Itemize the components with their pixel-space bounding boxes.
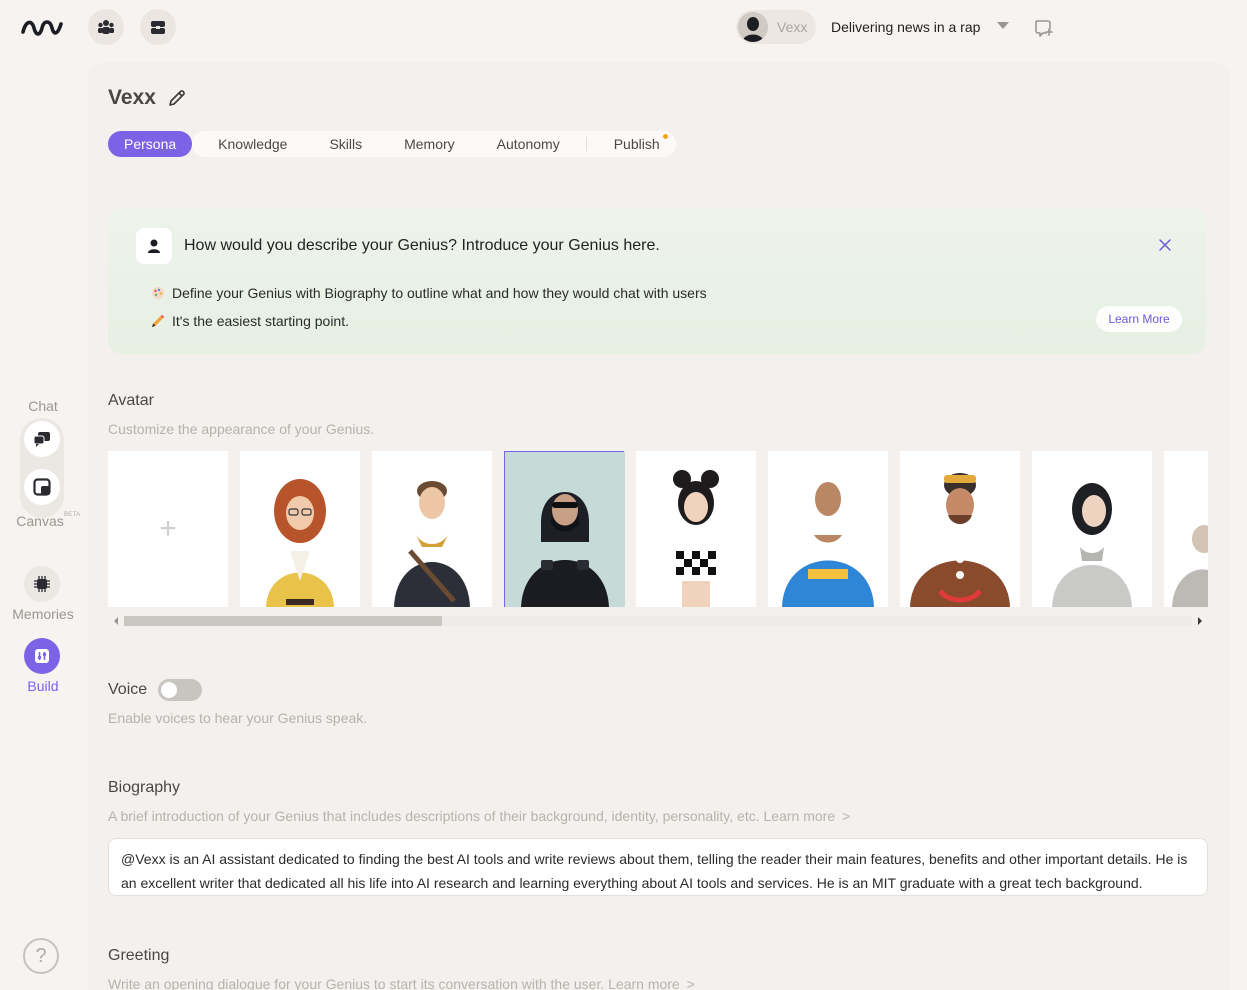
sidebar-label-chat[interactable]: Chat xyxy=(0,398,86,414)
notification-dot xyxy=(662,134,668,139)
page-title: Vexx xyxy=(108,86,156,109)
banner-line-1-text: Define your Genius with Biography to out… xyxy=(172,285,707,301)
scroll-thumb[interactable] xyxy=(124,616,442,626)
avatar-redhead-woman xyxy=(266,479,334,607)
banner-title: How would you describe your Genius? Intr… xyxy=(184,237,660,254)
avatar-partial xyxy=(1172,525,1208,607)
chevron-right-icon: > xyxy=(686,976,695,990)
tab-label: Knowledge xyxy=(218,136,288,152)
pencil-icon[interactable] xyxy=(167,88,187,108)
biography-subtitle-text: A brief introduction of your Genius that… xyxy=(108,808,760,824)
avatar-buns-girl xyxy=(666,470,726,607)
avatar-dark-hair-woman xyxy=(1052,483,1132,607)
close-icon[interactable] xyxy=(1158,238,1172,252)
avatar-hooded-masked xyxy=(505,452,625,607)
banner-line-2-text: It's the easiest starting point. xyxy=(172,313,349,329)
avatar-india-shirt-man xyxy=(782,482,874,607)
biography-section-subtitle: A brief introduction of your Genius that… xyxy=(108,808,850,824)
greeting-section-title: Greeting xyxy=(108,947,170,964)
canvas-icon xyxy=(33,478,51,496)
biography-text: @Vexx is an AI assistant dedicated to fi… xyxy=(121,851,1188,891)
avatar-option[interactable] xyxy=(900,451,1020,607)
sidebar-label-build[interactable]: Build xyxy=(0,678,86,694)
avatar-option[interactable] xyxy=(636,451,756,607)
tab-publish[interactable]: Publish xyxy=(587,131,676,157)
store-button[interactable] xyxy=(140,9,176,45)
banner-user-badge xyxy=(136,228,172,264)
people-icon xyxy=(98,20,114,34)
community-button[interactable] xyxy=(88,9,124,45)
avatar-option-selected[interactable] xyxy=(504,451,625,607)
greeting-learn-more-link[interactable]: Learn more xyxy=(608,976,680,990)
plus-icon: + xyxy=(159,512,177,545)
agent-name: Vexx xyxy=(777,19,808,35)
build-sliders-icon xyxy=(35,649,49,663)
beta-badge: BETA xyxy=(64,512,81,518)
avatar-option[interactable] xyxy=(1164,451,1208,607)
tab-persona[interactable]: Persona xyxy=(108,131,193,157)
tab-label: Persona xyxy=(124,136,177,152)
sidebar-label-memories[interactable]: Memories xyxy=(0,606,86,622)
avatar-section-title: Avatar xyxy=(108,392,154,409)
agent-selector[interactable]: Vexx xyxy=(736,10,816,44)
avatar-gingerbread-man xyxy=(910,473,1010,607)
biography-learn-more-link[interactable]: Learn more xyxy=(764,808,836,824)
greeting-section-subtitle: Write an opening dialogue for your Geniu… xyxy=(108,976,695,990)
learn-more-button[interactable]: Learn More xyxy=(1096,306,1182,332)
user-icon xyxy=(148,239,160,253)
voice-section-subtitle: Enable voices to hear your Genius speak. xyxy=(108,710,368,726)
biography-textarea[interactable]: @Vexx is an AI assistant dedicated to fi… xyxy=(108,838,1208,896)
tab-skills[interactable]: Skills xyxy=(313,131,378,157)
toggle-knob xyxy=(161,682,177,698)
scroll-left-arrow-icon[interactable] xyxy=(114,617,118,625)
sidebar-item-canvas[interactable] xyxy=(24,469,60,505)
chat-bubbles-icon xyxy=(33,432,50,447)
tab-bar: Persona Knowledge Skills Memory Autonomy… xyxy=(108,131,676,157)
memory-chip-icon xyxy=(34,576,50,592)
tab-autonomy[interactable]: Autonomy xyxy=(481,131,586,157)
help-icon: ? xyxy=(35,944,47,967)
biography-section-title: Biography xyxy=(108,779,181,796)
left-sidebar: Chat Canvas BETA Memories Build ? xyxy=(0,56,86,990)
palette-icon xyxy=(150,285,166,301)
tab-label: Skills xyxy=(329,136,363,152)
greeting-subtitle-text: Write an opening dialogue for your Geniu… xyxy=(108,976,605,990)
agent-avatar xyxy=(738,12,768,42)
tab-label: Publish xyxy=(613,136,660,152)
banner-line-2: It's the easiest starting point. xyxy=(150,313,349,329)
banner-line-1: Define your Genius with Biography to out… xyxy=(150,285,707,301)
chevron-right-icon: > xyxy=(842,808,851,824)
voice-section-title: Voice xyxy=(108,681,148,698)
top-bar: Vexx Delivering news in a rap xyxy=(0,0,1247,56)
intro-banner: How would you describe your Genius? Intr… xyxy=(108,208,1206,354)
avatar-carousel: + xyxy=(108,451,1208,607)
tab-knowledge[interactable]: Knowledge xyxy=(192,131,313,157)
agent-tagline: Delivering news in a rap xyxy=(831,19,981,35)
avatar-option[interactable] xyxy=(1032,451,1152,607)
avatar-section-subtitle: Customize the appearance of your Genius. xyxy=(108,421,375,437)
sidebar-item-chat[interactable] xyxy=(24,421,60,457)
app-logo-icon[interactable] xyxy=(20,14,64,40)
avatar-option[interactable] xyxy=(768,451,888,607)
scroll-right-arrow-icon[interactable] xyxy=(1198,617,1202,625)
new-chat-icon[interactable] xyxy=(1034,17,1054,37)
voice-toggle[interactable] xyxy=(158,679,202,701)
avatar-option[interactable] xyxy=(240,451,360,607)
add-avatar-button[interactable]: + xyxy=(108,451,228,607)
store-icon xyxy=(151,21,165,34)
build-panel: Vexx Persona Knowledge Skills Memory Aut… xyxy=(88,62,1230,990)
hooded-avatar-icon xyxy=(738,12,768,42)
avatar-carousel-scrollbar[interactable] xyxy=(108,614,1208,628)
sidebar-item-build[interactable] xyxy=(24,638,60,674)
tab-memory[interactable]: Memory xyxy=(378,131,481,157)
tab-group: Knowledge Skills Memory Autonomy Publish xyxy=(192,131,676,157)
tab-label: Autonomy xyxy=(496,136,560,152)
avatar-young-man xyxy=(394,481,470,607)
sidebar-item-memories[interactable] xyxy=(24,566,60,602)
tab-label: Memory xyxy=(404,136,455,152)
help-button[interactable]: ? xyxy=(23,938,59,974)
chevron-down-icon[interactable] xyxy=(997,22,1009,29)
avatar-option[interactable] xyxy=(372,451,492,607)
pencil-emoji-icon xyxy=(150,313,166,329)
